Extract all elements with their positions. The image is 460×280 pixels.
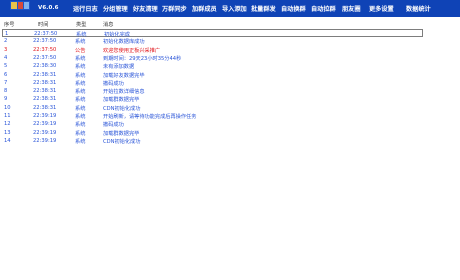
- log-cell-index: 14: [4, 137, 11, 144]
- menu-bulk-send[interactable]: 批量群发: [251, 4, 276, 14]
- top-menu-bar: V6.0.6 运行日志 分组管理 好友清理 万群同步 加群成员 导入添加 批量群…: [0, 0, 460, 17]
- log-cell-index: 5: [4, 63, 8, 70]
- log-cell-time: 22:39:19: [33, 113, 57, 119]
- log-cell-time: 22:39:19: [33, 137, 57, 144]
- log-cell-time: 22:38:31: [33, 71, 57, 78]
- log-cell-time: 22:37:50: [33, 38, 57, 45]
- app-logo-area: V6.0.6: [0, 0, 68, 17]
- log-cell-type: 系统: [75, 64, 86, 71]
- log-cell-time: 22:39:19: [33, 129, 57, 136]
- menu-group-sync[interactable]: 万群同步: [162, 4, 187, 14]
- log-cell-message: 开始拉数详细信息: [103, 89, 145, 96]
- log-row[interactable]: 8 22:38:31 系统 开始拉数详细信息: [0, 87, 460, 95]
- log-cell-index: 6: [4, 71, 8, 78]
- menu-run-log[interactable]: 运行日志: [73, 4, 98, 14]
- log-cell-type: 系统: [75, 105, 86, 112]
- log-cell-time: 22:38:31: [33, 88, 57, 95]
- log-row[interactable]: 4 22:37:50 系统 到期时间：29天23小时35分44秒: [0, 54, 460, 62]
- app-logo-icon: [10, 1, 30, 10]
- menu-statistics[interactable]: 数据统计: [406, 4, 431, 14]
- log-cell-message: 加载群数据完毕: [103, 130, 140, 137]
- log-row[interactable]: 3 22:37:50 公告 欢迎您使用正板兴采推广: [0, 46, 460, 54]
- log-row[interactable]: 14 22:39:19 系统 CDN初始化成功: [0, 137, 460, 145]
- log-cell-time: 22:39:19: [33, 121, 57, 128]
- log-row[interactable]: 11 22:39:19 系统 开始刷新，请等待功能完成后再操作任务: [0, 112, 460, 120]
- log-cell-message: 到期时间：29天23小时35分44秒: [103, 55, 182, 62]
- log-row[interactable]: 2 22:37:50 系统 初始化数据库成功: [0, 37, 460, 45]
- log-cell-message: CDN初始化成功: [103, 105, 141, 112]
- log-cell-time: 22:37:50: [33, 46, 57, 53]
- menu-auto-switch[interactable]: 自动换群: [281, 4, 306, 14]
- log-row[interactable]: 6 22:38:31 系统 加载好友数据完毕: [0, 71, 460, 79]
- log-cell-index: 4: [4, 54, 8, 61]
- log-cell-message: 撤码成功: [103, 122, 124, 129]
- app-version: V6.0.6: [38, 5, 59, 11]
- log-cell-type: 公告: [75, 47, 86, 54]
- log-cell-message: 开始刷新，请等待功能完成后再操作任务: [103, 114, 197, 120]
- log-cell-time: 22:38:31: [33, 96, 57, 103]
- menu-add-members[interactable]: 加群成员: [192, 4, 217, 14]
- menu-group-manage[interactable]: 分组管理: [103, 4, 128, 14]
- log-row[interactable]: 12 22:39:19 系统 撤码成功: [0, 120, 460, 128]
- log-cell-message: 加载群数据完毕: [103, 97, 140, 104]
- log-cell-message: 加载好友数据完毕: [103, 72, 145, 79]
- menu-friend-clean[interactable]: 好友清理: [133, 4, 158, 14]
- log-cell-index: 7: [4, 79, 8, 86]
- menu-more-settings[interactable]: 更多设置: [369, 4, 394, 14]
- log-cell-time: 22:38:31: [33, 79, 57, 86]
- header-message[interactable]: 消息: [103, 21, 113, 28]
- log-cell-type: 系统: [75, 130, 86, 137]
- log-row[interactable]: 10 22:38:31 系统 CDN初始化成功: [0, 104, 460, 112]
- log-cell-index: 9: [4, 96, 8, 103]
- log-cell-type: 系统: [75, 39, 86, 46]
- log-row[interactable]: 9 22:38:31 系统 加载群数据完毕: [0, 95, 460, 103]
- log-cell-type: 系统: [75, 138, 86, 145]
- log-cell-type: 系统: [75, 80, 86, 87]
- log-row[interactable]: 13 22:39:19 系统 加载群数据完毕: [0, 129, 460, 137]
- menu-moments[interactable]: 朋友圈: [342, 4, 361, 14]
- log-cell-type: 系统: [75, 122, 86, 129]
- log-cell-index: 11: [4, 113, 11, 119]
- log-cell-index: 1: [5, 31, 9, 37]
- log-cell-message: 撤码成功: [103, 80, 124, 87]
- log-cell-time: 22:38:31: [33, 104, 57, 111]
- log-cell-message: 未有添加数据: [103, 64, 135, 71]
- menu-import-add[interactable]: 导入添加: [222, 4, 247, 14]
- log-cell-index: 8: [4, 88, 8, 95]
- log-cell-time: 22:37:50: [33, 54, 57, 61]
- log-table-header: 序号 时间 类型 消息: [0, 19, 460, 29]
- log-cell-index: 3: [4, 46, 8, 53]
- log-cell-type: 系统: [75, 55, 86, 62]
- log-cell-time: 22:38:30: [33, 63, 57, 70]
- log-cell-message: 初始化数据库成功: [103, 39, 145, 46]
- log-cell-type: 系统: [75, 114, 86, 120]
- header-index[interactable]: 序号: [4, 21, 14, 28]
- log-cell-index: 12: [4, 121, 11, 128]
- log-row[interactable]: 7 22:38:31 系统 撤码成功: [0, 79, 460, 87]
- log-cell-index: 10: [4, 104, 11, 111]
- log-cell-message: 欢迎您使用正板兴采推广: [103, 47, 161, 54]
- log-cell-index: 13: [4, 129, 11, 136]
- log-cell-message: CDN初始化成功: [103, 138, 141, 145]
- menu-auto-pull[interactable]: 自动拉群: [311, 4, 336, 14]
- log-cell-time: 22:37:50: [34, 31, 58, 37]
- header-type[interactable]: 类型: [76, 21, 86, 28]
- log-cell-index: 2: [4, 38, 8, 45]
- log-cell-type: 系统: [75, 97, 86, 104]
- log-row[interactable]: 5 22:38:30 系统 未有添加数据: [0, 62, 460, 70]
- log-cell-type: 系统: [75, 89, 86, 96]
- header-time[interactable]: 时间: [38, 21, 48, 28]
- log-row[interactable]: 1 22:37:50 系统 初始化完成: [2, 29, 423, 38]
- log-cell-type: 系统: [75, 72, 86, 79]
